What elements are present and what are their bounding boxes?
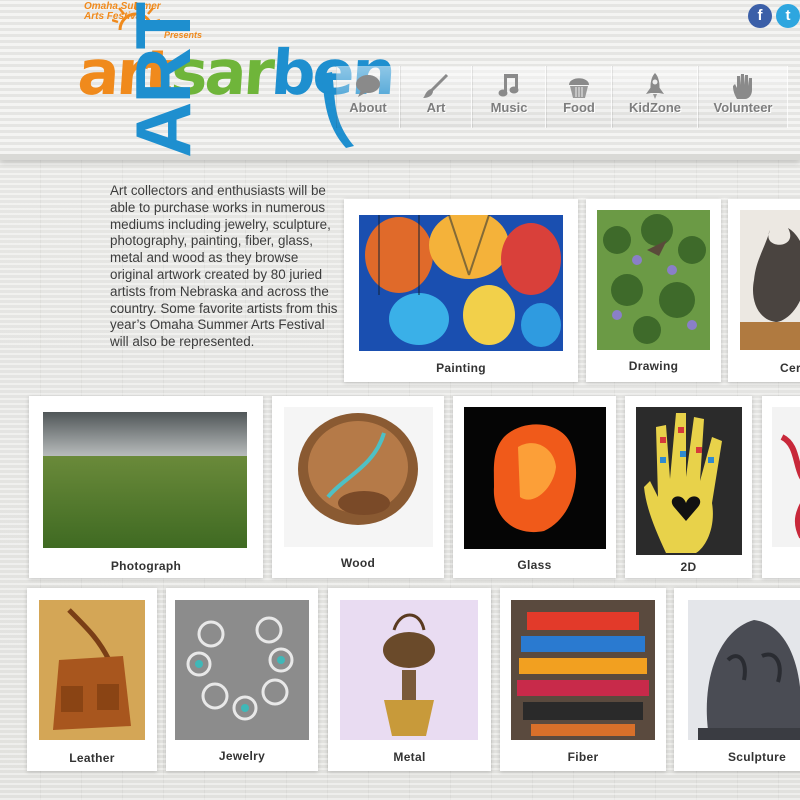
category-card-painting[interactable]: Painting xyxy=(344,199,578,382)
page-title: ART xyxy=(119,3,207,158)
category-card-partial[interactable] xyxy=(762,396,800,578)
twitter-icon[interactable]: t xyxy=(776,4,800,28)
category-card-leather[interactable]: Leather xyxy=(27,588,157,771)
category-card-glass[interactable]: Glass xyxy=(453,396,616,578)
nav-volunteer-label: Volunteer xyxy=(713,100,773,115)
category-card-jewelry[interactable]: Jewelry xyxy=(166,588,318,771)
nav-about-label: About xyxy=(349,100,387,115)
card-label-metal: Metal xyxy=(393,750,426,764)
card-label-drawing: Drawing xyxy=(628,359,679,373)
social-links: f t xyxy=(748,4,800,28)
card-label-2d: 2D xyxy=(680,560,697,574)
metal-thumbnail xyxy=(340,600,478,740)
wood-thumbnail xyxy=(284,407,433,547)
intro-paragraph: Art collectors and enthusiasts will be a… xyxy=(110,183,338,350)
card-label-jewelry: Jewelry xyxy=(218,749,266,763)
cupcake-icon xyxy=(569,78,589,98)
photograph-thumbnail xyxy=(43,412,247,548)
category-card-photograph[interactable]: Photograph xyxy=(29,396,263,578)
card-label-wood: Wood xyxy=(340,556,376,570)
card-label-ceramics: Cer xyxy=(780,361,800,375)
partial-thumbnail xyxy=(772,407,800,547)
drawing-thumbnail xyxy=(597,210,710,350)
glass-thumbnail xyxy=(464,407,606,549)
music-note-icon xyxy=(498,74,519,97)
jewelry-thumbnail xyxy=(175,600,309,740)
category-card-wood[interactable]: Wood xyxy=(272,396,444,578)
category-card-2d[interactable]: 2D xyxy=(625,396,752,578)
category-card-fiber[interactable]: Fiber xyxy=(500,588,666,771)
nav-art-label: Art xyxy=(426,100,446,115)
card-label-sculpture: Sculpture xyxy=(728,750,787,764)
category-card-ceramics[interactable]: Cer xyxy=(728,199,800,382)
paintbrush-icon xyxy=(423,73,449,98)
rocket-icon xyxy=(646,73,664,99)
leather-thumbnail xyxy=(39,600,145,740)
card-label-glass: Glass xyxy=(517,558,552,572)
facebook-icon[interactable]: f xyxy=(748,4,772,28)
nav-about[interactable]: About xyxy=(336,66,400,128)
fiber-thumbnail xyxy=(511,600,655,740)
nav-music[interactable]: Music xyxy=(472,66,546,128)
card-label-fiber: Fiber xyxy=(567,750,599,764)
ceramics-thumbnail xyxy=(740,210,800,350)
category-card-metal[interactable]: Metal xyxy=(328,588,491,771)
nav-food-label: Food xyxy=(563,100,595,115)
nav-music-label: Music xyxy=(490,100,528,115)
nav-kidzone[interactable]: KidZone xyxy=(612,66,698,128)
main-nav: About Art Music Food KidZone Volunteer xyxy=(336,66,788,128)
category-card-drawing[interactable]: Drawing xyxy=(586,199,721,382)
artsarben-logo[interactable]: Omaha Summer Arts Festival Presents arts… xyxy=(72,0,396,150)
card-label-leather: Leather xyxy=(69,751,115,765)
twod-thumbnail xyxy=(636,407,742,555)
nav-volunteer[interactable]: Volunteer xyxy=(698,66,788,128)
hand-icon xyxy=(733,74,752,99)
card-label-photograph: Photograph xyxy=(110,559,182,573)
card-label-painting: Painting xyxy=(436,361,486,375)
nav-art[interactable]: Art xyxy=(400,66,472,128)
painting-thumbnail xyxy=(359,215,563,351)
nav-food[interactable]: Food xyxy=(546,66,612,128)
category-card-sculpture[interactable]: Sculpture xyxy=(674,588,800,771)
sculpture-thumbnail xyxy=(688,600,800,740)
speech-bubble-icon xyxy=(356,75,380,97)
nav-kidzone-label: KidZone xyxy=(629,100,681,115)
